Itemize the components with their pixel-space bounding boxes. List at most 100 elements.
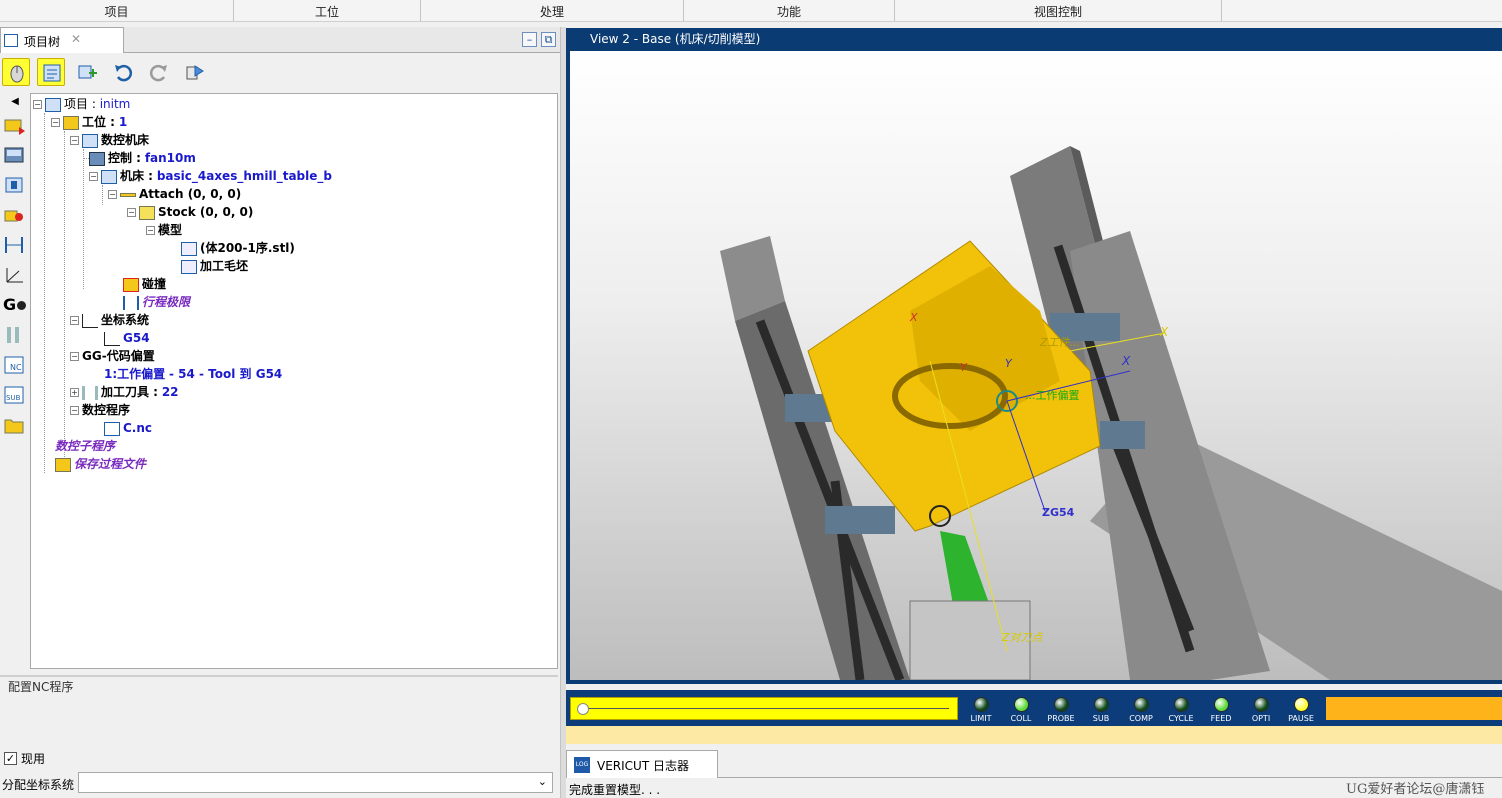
ribbon-tab-setup[interactable]: 工位 <box>234 0 421 21</box>
animation-control-bar: LIMIT COLL PROBE SUB COMP CYCLE FEED OPTI PAUSE <box>566 690 1502 726</box>
setup-add-button[interactable] <box>3 115 27 137</box>
tree-node-model[interactable]: − 模型 <box>146 221 182 239</box>
led-label: COLL <box>1010 714 1032 723</box>
collision-add-button[interactable] <box>3 205 27 227</box>
slider-thumb[interactable] <box>577 703 589 715</box>
cnc-machine-icon <box>82 133 98 148</box>
work-offset-label: 1:工作偏置 <box>104 367 166 381</box>
setup-icon <box>4 119 25 135</box>
nc-program-add-button[interactable]: NC <box>3 355 27 377</box>
csys-g54-icon <box>104 331 120 346</box>
setup-label: 工位 : <box>82 115 115 129</box>
tree-node-subroutines[interactable]: 数控子程序 <box>55 437 115 455</box>
log-tabbar: LOG VERICUT 日志器 <box>566 750 1502 778</box>
control-label: 控制 : <box>108 151 141 165</box>
tab-project-tree[interactable]: 项目树 ✕ <box>0 27 124 53</box>
tree-node-project[interactable]: − 项目 : initm <box>33 95 130 113</box>
subroutines-label: 数控子程序 <box>55 439 116 453</box>
tree-node-control[interactable]: 控制 : fan10m <box>84 149 196 167</box>
setup-value: 1 <box>118 115 128 129</box>
led-label: FEED <box>1210 714 1232 723</box>
led-bulb-icon <box>1253 697 1269 712</box>
tree-node-setup[interactable]: − 工位 : 1 <box>51 113 127 131</box>
tools-add-button[interactable] <box>3 325 27 347</box>
tree-node-machine[interactable]: − 机床 : basic_4axes_hmill_table_b <box>89 167 332 185</box>
config-nc-panel: 配置NC程序 ✓ 现用 分配坐标系统 ⌄ <box>0 675 558 798</box>
gcode-offset-add-button[interactable]: G <box>3 295 27 317</box>
tree-node-work-offset[interactable]: 1:工作偏置 - 54 - Tool 到 G54 <box>104 365 282 383</box>
ribbon-tab-project[interactable]: 项目 <box>0 0 234 21</box>
select-mode-button[interactable] <box>2 58 30 86</box>
nc-file-icon <box>104 421 120 436</box>
redo-button[interactable] <box>145 58 173 86</box>
add-component-button[interactable] <box>73 58 101 86</box>
tree-node-gcode-offsets[interactable]: − GG-代码偏置 <box>70 347 155 365</box>
folder-icon <box>55 457 71 472</box>
tree-node-travel-limits[interactable]: 行程极限 <box>123 293 190 311</box>
tree-node-nc-file[interactable]: C.nc <box>104 419 152 437</box>
3d-viewport[interactable]: X X X Y Y Z工件... ...工作偏置 ZG54 Z对刀点 <box>570 51 1502 680</box>
ribbon-tab-view-control[interactable]: 视图控制 <box>895 0 1222 21</box>
speed-slider[interactable] <box>570 697 958 720</box>
workpiece-label: Z工件... <box>1039 336 1080 349</box>
tree-node-coord-systems[interactable]: − 坐标系统 <box>70 311 149 329</box>
clamp-right-lower <box>1100 421 1145 449</box>
led-label: COMP <box>1129 714 1153 723</box>
tree-connector <box>64 131 65 471</box>
configure-button[interactable] <box>181 58 209 86</box>
tree-node-collision[interactable]: 碰撞 <box>123 275 166 293</box>
ribbon-tab-function[interactable]: 功能 <box>684 0 895 21</box>
control-add-button[interactable] <box>3 145 27 167</box>
tree-node-model-file[interactable]: (体200-1序.stl) <box>181 239 295 257</box>
restore-button[interactable]: ⧉ <box>541 32 556 47</box>
offset-label: ...工作偏置 <box>1025 388 1080 402</box>
ribbon-tab-process[interactable]: 处理 <box>421 0 684 21</box>
zg54-label: ZG54 <box>1042 506 1075 519</box>
led-label: SUB <box>1092 714 1110 723</box>
subroutine-add-button[interactable]: SUB <box>3 385 27 407</box>
tab-vericut-logger[interactable]: LOG VERICUT 日志器 <box>566 750 718 778</box>
led-label: LIMIT <box>970 714 992 723</box>
progress-strip <box>566 726 1502 744</box>
status-led-pause: PAUSE <box>1281 695 1321 726</box>
led-bulb-icon <box>1133 697 1149 712</box>
process-file-add-button[interactable] <box>3 415 27 437</box>
tree-node-save-process[interactable]: 保存过程文件 <box>55 455 146 473</box>
coord-systems-label: 坐标系统 <box>101 313 150 327</box>
travel-limits-add-button[interactable] <box>3 235 27 257</box>
tree-node-attach[interactable]: − Attach (0, 0, 0) <box>108 185 241 203</box>
properties-mode-button[interactable] <box>37 58 65 86</box>
tree-node-nc-programs[interactable]: − 数控程序 <box>70 401 130 419</box>
led-bulb-icon <box>973 697 989 712</box>
tools-icon <box>7 327 19 343</box>
gcode-offsets-label: G-代码偏置 <box>91 349 155 363</box>
project-label: 项目 : <box>64 97 96 111</box>
csys-add-button[interactable] <box>3 265 27 287</box>
tree-node-tools[interactable]: + 加工刀具 : 22 <box>70 383 179 401</box>
close-icon[interactable]: ✕ <box>71 32 81 46</box>
coordinate-system-icon <box>6 268 23 283</box>
tree-node-blank[interactable]: 加工毛坯 <box>181 257 248 275</box>
status-led-comp: COMP <box>1121 695 1161 726</box>
minimize-button[interactable]: – <box>522 32 537 47</box>
right-frame <box>1070 231 1270 680</box>
csys-dropdown[interactable]: ⌄ <box>78 772 553 793</box>
led-label: CYCLE <box>1168 714 1194 723</box>
add-icon <box>78 65 97 79</box>
active-checkbox[interactable]: ✓ <box>4 752 17 765</box>
component-sidebar: ◀ G NC SUB <box>0 93 30 476</box>
tree-node-stock[interactable]: − Stock (0, 0, 0) <box>127 203 253 221</box>
gcode-icon <box>17 301 27 310</box>
tree-node-g54[interactable]: G54 <box>104 329 150 347</box>
nc-programs-label: 数控程序 <box>82 403 131 417</box>
machine-add-button[interactable] <box>3 175 27 197</box>
tree-node-cnc-machine[interactable]: − 数控机床 <box>70 131 149 149</box>
tools-value: 22 <box>161 385 179 399</box>
ribbon: 项目 工位 处理 功能 视图控制 <box>0 0 1502 22</box>
folder-icon <box>4 419 24 434</box>
project-icon <box>45 97 61 112</box>
stock-label: Stock (0, 0, 0) <box>158 205 254 219</box>
status-led-opti: OPTI <box>1241 695 1281 726</box>
undo-button[interactable] <box>109 58 137 86</box>
axis-label-x2: X <box>1121 354 1131 368</box>
